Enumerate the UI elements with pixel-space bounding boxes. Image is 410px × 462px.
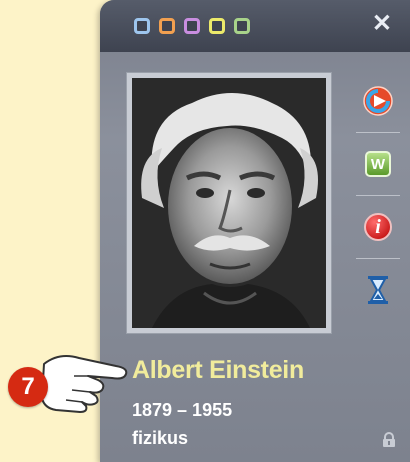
portrait-frame [126, 72, 332, 334]
person-name: Albert Einstein [132, 356, 304, 384]
portrait-illustration [132, 78, 326, 328]
sidebar-actions: W i [346, 70, 410, 321]
title-bar: ✕ [100, 0, 410, 52]
wikipedia-button[interactable]: W [346, 133, 410, 195]
sidebar-separator [356, 132, 400, 133]
lock-icon[interactable] [382, 432, 396, 448]
sidebar-separator [356, 195, 400, 196]
info-button[interactable]: i [346, 196, 410, 258]
color-dot-blue[interactable] [134, 18, 150, 34]
life-years: 1879 – 1955 [132, 400, 233, 420]
profession: fizikus [132, 428, 189, 448]
info-icon: i [364, 213, 392, 241]
hourglass-icon [368, 276, 388, 304]
color-dot-yellow[interactable] [209, 18, 225, 34]
color-selector [134, 18, 250, 34]
play-back-icon [363, 86, 393, 116]
wikipedia-icon: W [365, 151, 391, 177]
timeline-button[interactable] [346, 259, 410, 321]
color-dot-green[interactable] [234, 18, 250, 34]
portrait-photo [132, 78, 326, 328]
person-card-panel: ✕ W i Albert Einstein 1879 – 1955 fiziku… [100, 0, 410, 462]
close-icon[interactable]: ✕ [372, 12, 392, 36]
color-dot-orange[interactable] [159, 18, 175, 34]
sidebar-separator [356, 258, 400, 259]
color-dot-purple[interactable] [184, 18, 200, 34]
step-number-badge: 7 [8, 367, 48, 407]
playback-button[interactable] [346, 70, 410, 132]
